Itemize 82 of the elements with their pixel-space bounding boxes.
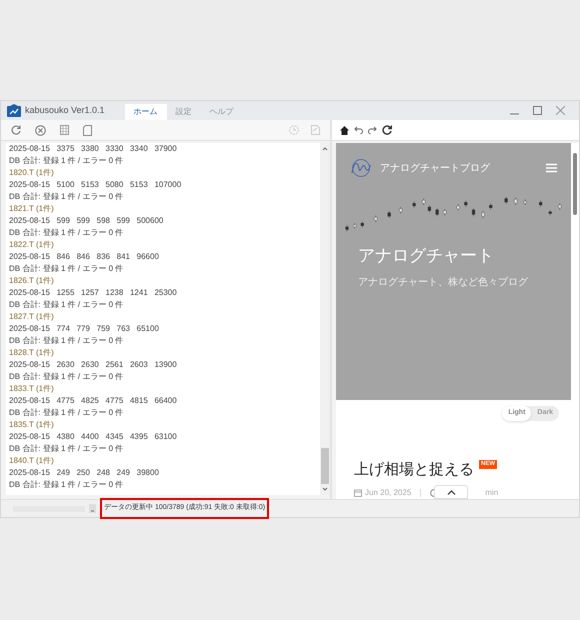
refresh-icon[interactable] — [11, 125, 21, 135]
log-line: 1826.T (1件) — [9, 275, 55, 287]
log-line: 2025-08-15 3375 3380 3330 3340 37900 — [9, 143, 178, 155]
log-line: DB 合計: 登録 1 件 / エラー 0 件 — [9, 191, 124, 203]
scroll-top-button[interactable] — [434, 485, 468, 499]
candlestick — [374, 215, 378, 222]
log-line: 2025-08-15 4380 4400 4345 4395 63100 — [9, 431, 178, 443]
log-line: DB 合計: 登録 1 件 / エラー 0 件 — [9, 227, 124, 239]
candlestick — [456, 204, 460, 211]
chevron-up-icon — [446, 490, 456, 494]
log-line: 2025-08-15 846 846 836 841 96600 — [9, 251, 160, 263]
candlestick — [412, 201, 416, 208]
log-line: 1820.T (1件) — [9, 167, 55, 179]
hero-subtitle: アナログチャート、株など色々ブログ — [358, 276, 528, 290]
candlestick — [428, 204, 431, 213]
candlestick — [504, 196, 508, 204]
log-line: 1835.T (1件) — [9, 419, 55, 431]
candlestick — [464, 200, 468, 208]
log-line: 2025-08-15 774 779 759 763 65100 — [9, 323, 160, 335]
home-icon[interactable] — [340, 126, 349, 134]
candlestick — [399, 206, 402, 214]
candlestick — [443, 208, 446, 216]
menu-icon[interactable] — [546, 163, 557, 173]
log-line: 1828.T (1件) — [9, 347, 55, 359]
log-line: DB 合計: 登録 1 件 / エラー 0 件 — [9, 299, 124, 311]
scroll-down-icon[interactable] — [322, 487, 328, 492]
log-line: 1822.T (1件) — [9, 239, 55, 251]
candlestick — [388, 210, 391, 219]
grid-icon[interactable] — [60, 125, 69, 135]
candlestick — [353, 222, 356, 229]
document-icon[interactable] — [83, 124, 92, 136]
candlestick — [489, 202, 492, 210]
log-line: 2025-08-15 5100 5153 5080 5153 107000 — [9, 179, 182, 191]
log-line: 1821.T (1件) — [9, 203, 55, 215]
candlestick — [539, 200, 542, 208]
menu-tab[interactable]: ホーム — [124, 104, 167, 120]
wave-logo-icon — [350, 159, 372, 177]
window-title: kabusouko Ver1.0.1 — [25, 104, 105, 117]
candlestick — [345, 224, 349, 232]
log-line: 2025-08-15 249 250 248 249 39800 — [9, 467, 160, 479]
post-title: 上げ相場と捉える — [354, 460, 474, 480]
candlestick — [360, 220, 364, 228]
log-line: DB 合計: 登録 1 件 / エラー 0 件 — [9, 407, 124, 419]
log-line: DB 合計: 登録 1 件 / エラー 0 件 — [9, 479, 124, 491]
site-name: アナログチャートブログ — [380, 162, 490, 176]
back-icon[interactable] — [354, 126, 363, 134]
maximize-icon[interactable] — [533, 106, 542, 115]
log-line: 2025-08-15 2630 2630 2561 2603 13900 — [9, 359, 178, 371]
log-line: 2025-08-15 1255 1257 1238 1241 25300 — [9, 287, 178, 299]
close-icon[interactable] — [556, 106, 565, 115]
menu-tab[interactable]: ヘルプ — [200, 104, 243, 120]
log-line: DB 合計: 登録 1 件 / エラー 0 件 — [9, 263, 124, 275]
read-time: min — [485, 487, 498, 499]
log-line: 1833.T (1件) — [9, 383, 55, 395]
app-logo-icon — [7, 104, 21, 117]
log-line: DB 合計: 登録 1 件 / エラー 0 件 — [9, 155, 124, 167]
scroll-up-icon[interactable] — [322, 146, 328, 151]
candlestick — [524, 199, 527, 206]
log-line: DB 合計: 登録 1 件 / エラー 0 件 — [9, 335, 124, 347]
cancel-icon[interactable] — [35, 124, 46, 136]
reload-icon[interactable] — [382, 125, 392, 135]
menu-tab[interactable]: 設定 — [166, 104, 201, 120]
scroll-thumb[interactable] — [573, 153, 577, 215]
candlestick — [548, 210, 552, 216]
candlestick — [482, 210, 485, 219]
candlestick — [436, 208, 439, 217]
post-date: Jun 20, 2025 — [365, 487, 412, 499]
candlestick — [558, 202, 562, 210]
log-line: DB 合計: 登録 1 件 / エラー 0 件 — [9, 443, 124, 455]
candlestick — [514, 197, 518, 206]
log-line: 2025-08-15 4775 4825 4775 4815 66400 — [9, 395, 178, 407]
log-line: DB 合計: 登録 1 件 / エラー 0 件 — [9, 371, 124, 383]
calendar-icon — [354, 489, 362, 497]
hero-title: アナログチャート — [358, 245, 494, 267]
log-line: 1827.T (1件) — [9, 311, 55, 323]
scroll-thumb[interactable] — [321, 448, 329, 484]
candlestick — [472, 208, 476, 217]
candlestick — [422, 198, 426, 206]
forward-icon[interactable] — [368, 126, 377, 134]
log-line: 1840.T (1件) — [9, 455, 55, 467]
log-line: 2025-08-15 599 599 598 599 500600 — [9, 215, 164, 227]
status-icon — [89, 504, 96, 513]
